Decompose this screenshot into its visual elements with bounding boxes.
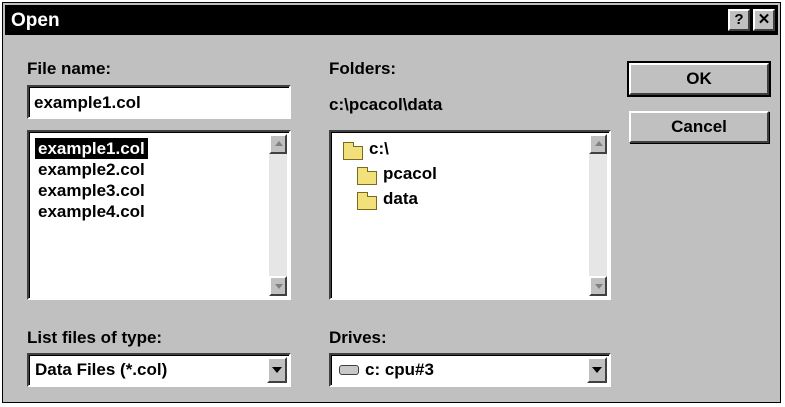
folder-tree-scrollbar[interactable] bbox=[589, 134, 607, 296]
file-name-label-text: File name: bbox=[27, 59, 112, 78]
open-dialog: Open ? ✕ File name: example1.col example… bbox=[2, 2, 781, 403]
folder-icon bbox=[357, 192, 377, 210]
file-list-scrollbar[interactable] bbox=[269, 134, 287, 296]
open-folder-icon bbox=[357, 167, 377, 185]
file-list[interactable]: example1.col example2.col example3.col e… bbox=[27, 130, 291, 300]
title-bar[interactable]: Open ? ✕ bbox=[5, 5, 778, 35]
file-type-label: List files of type: bbox=[27, 328, 163, 347]
file-list-item[interactable]: example2.col bbox=[35, 159, 148, 180]
down-arrow-icon bbox=[275, 284, 283, 289]
help-button[interactable]: ? bbox=[728, 9, 750, 31]
drives-select[interactable]: c: cpu#3 bbox=[329, 353, 611, 387]
file-name-input[interactable]: example1.col bbox=[27, 85, 291, 119]
file-type-dropdown-button[interactable] bbox=[267, 357, 287, 383]
file-name-label: File name: bbox=[27, 59, 111, 79]
chevron-down-icon bbox=[592, 367, 602, 373]
scroll-up-button[interactable] bbox=[589, 134, 607, 154]
open-folder-icon bbox=[343, 142, 363, 160]
drives-dropdown-button[interactable] bbox=[587, 357, 607, 383]
file-type-value: Data Files (*.col) bbox=[35, 360, 168, 379]
folder-item-pcacol[interactable]: pcacol bbox=[383, 164, 437, 184]
folder-item-data[interactable]: data bbox=[383, 189, 418, 209]
file-list-item[interactable]: example3.col bbox=[35, 180, 148, 201]
folder-tree[interactable]: c:\ pcacol data bbox=[329, 130, 611, 300]
window-title: Open bbox=[11, 10, 60, 31]
scroll-down-button[interactable] bbox=[269, 276, 287, 296]
cancel-button[interactable]: Cancel bbox=[629, 111, 769, 143]
folders-label: Folders: bbox=[329, 59, 397, 78]
file-list-item[interactable]: example1.col bbox=[35, 138, 148, 159]
current-path: c:\pcacol\data bbox=[329, 95, 443, 114]
ok-button[interactable]: OK bbox=[627, 61, 771, 97]
scroll-down-button[interactable] bbox=[589, 276, 607, 296]
up-arrow-icon bbox=[595, 141, 603, 146]
drive-icon bbox=[339, 365, 359, 375]
drives-value: c: cpu#3 bbox=[365, 360, 434, 379]
file-type-select[interactable]: Data Files (*.col) bbox=[27, 353, 291, 387]
down-arrow-icon bbox=[595, 284, 603, 289]
file-name-value: example1.col bbox=[34, 93, 141, 112]
up-arrow-icon bbox=[275, 141, 283, 146]
chevron-down-icon bbox=[272, 367, 282, 373]
folder-item-root[interactable]: c:\ bbox=[369, 139, 389, 159]
scroll-up-button[interactable] bbox=[269, 134, 287, 154]
drives-label: Drives: bbox=[329, 328, 387, 347]
close-button[interactable]: ✕ bbox=[753, 9, 775, 31]
file-list-item[interactable]: example4.col bbox=[35, 201, 148, 222]
